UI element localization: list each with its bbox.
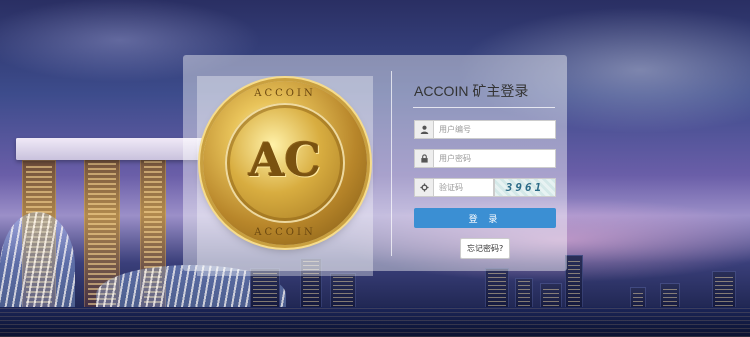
skyline-building [565, 255, 583, 313]
login-title: ACCOIN 矿主登录 [414, 83, 529, 99]
password-input[interactable] [434, 149, 556, 168]
coin-top-text: ACCOIN [254, 88, 316, 99]
captcha-image[interactable]: 3961 [494, 178, 556, 197]
card-divider [391, 71, 392, 256]
lock-icon [414, 149, 434, 168]
bay-water [0, 307, 750, 337]
forgot-password-button[interactable]: 忘记密码? [460, 238, 511, 259]
password-row [414, 149, 556, 168]
coin-monogram: AC [248, 133, 322, 187]
username-row [414, 120, 556, 139]
login-card: ACCOIN AC ACCOIN ACCOIN 矿主登录 3961 登 录 忘记… [183, 55, 567, 276]
login-button[interactable]: 登 录 [414, 208, 556, 228]
username-input[interactable] [434, 120, 556, 139]
captcha-row: 3961 [414, 178, 556, 197]
captcha-input[interactable] [434, 178, 494, 197]
accoin-coin-logo: ACCOIN AC ACCOIN [203, 81, 367, 245]
coin-bottom-text: ACCOIN [254, 227, 316, 238]
gear-icon [414, 178, 434, 197]
title-rule [413, 107, 555, 108]
user-icon [414, 120, 434, 139]
